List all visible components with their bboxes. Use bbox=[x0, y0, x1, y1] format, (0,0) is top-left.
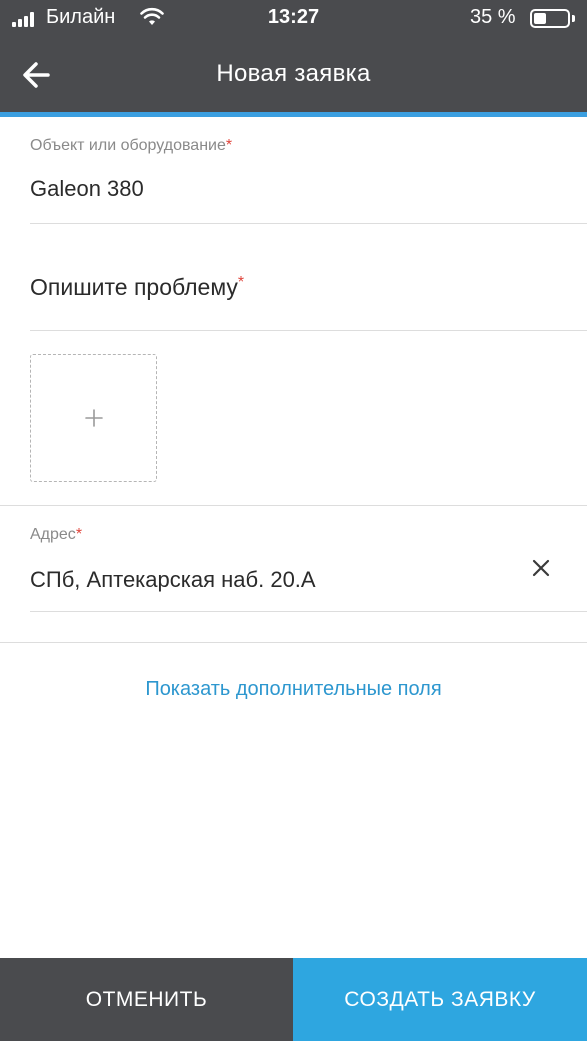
object-field[interactable]: Galeon 380 bbox=[30, 176, 144, 202]
close-icon bbox=[532, 559, 550, 577]
problem-description-field[interactable]: Опишите проблему* bbox=[30, 274, 244, 301]
cancel-button[interactable]: ОТМЕНИТЬ bbox=[0, 958, 293, 1041]
divider bbox=[30, 223, 587, 224]
object-label-text: Объект или оборудование bbox=[30, 137, 226, 154]
status-bar: Билайн 13:27 35 % bbox=[0, 0, 587, 40]
required-mark: * bbox=[237, 274, 245, 291]
divider bbox=[30, 611, 587, 612]
header-accent-line bbox=[0, 112, 587, 117]
bottom-actions: ОТМЕНИТЬ СОЗДАТЬ ЗАЯВКУ bbox=[0, 958, 587, 1041]
clear-address-button[interactable] bbox=[528, 555, 554, 581]
required-mark: * bbox=[225, 137, 233, 154]
battery-percent: 35 % bbox=[470, 6, 516, 28]
battery-cap bbox=[572, 15, 575, 22]
problem-placeholder: Опишите проблему bbox=[30, 274, 238, 300]
divider bbox=[0, 505, 587, 506]
show-more-fields-link[interactable]: Показать дополнительные поля bbox=[0, 678, 587, 701]
add-photo-button[interactable] bbox=[30, 354, 157, 482]
divider bbox=[0, 642, 587, 643]
page-title: Новая заявка bbox=[216, 60, 371, 87]
address-field-label: Адрес* bbox=[30, 526, 82, 544]
divider bbox=[30, 330, 587, 331]
create-request-button[interactable]: СОЗДАТЬ ЗАЯВКУ bbox=[293, 958, 587, 1041]
address-label-text: Адрес bbox=[30, 526, 76, 543]
top-bar: Билайн 13:27 35 % Новая заявка bbox=[0, 0, 587, 112]
address-field[interactable]: СПб, Аптекарская наб. 20.А bbox=[30, 567, 316, 593]
required-mark: * bbox=[75, 526, 83, 543]
plus-icon bbox=[31, 355, 156, 481]
object-field-label: Объект или оборудование* bbox=[30, 137, 232, 155]
battery-icon bbox=[530, 9, 570, 28]
